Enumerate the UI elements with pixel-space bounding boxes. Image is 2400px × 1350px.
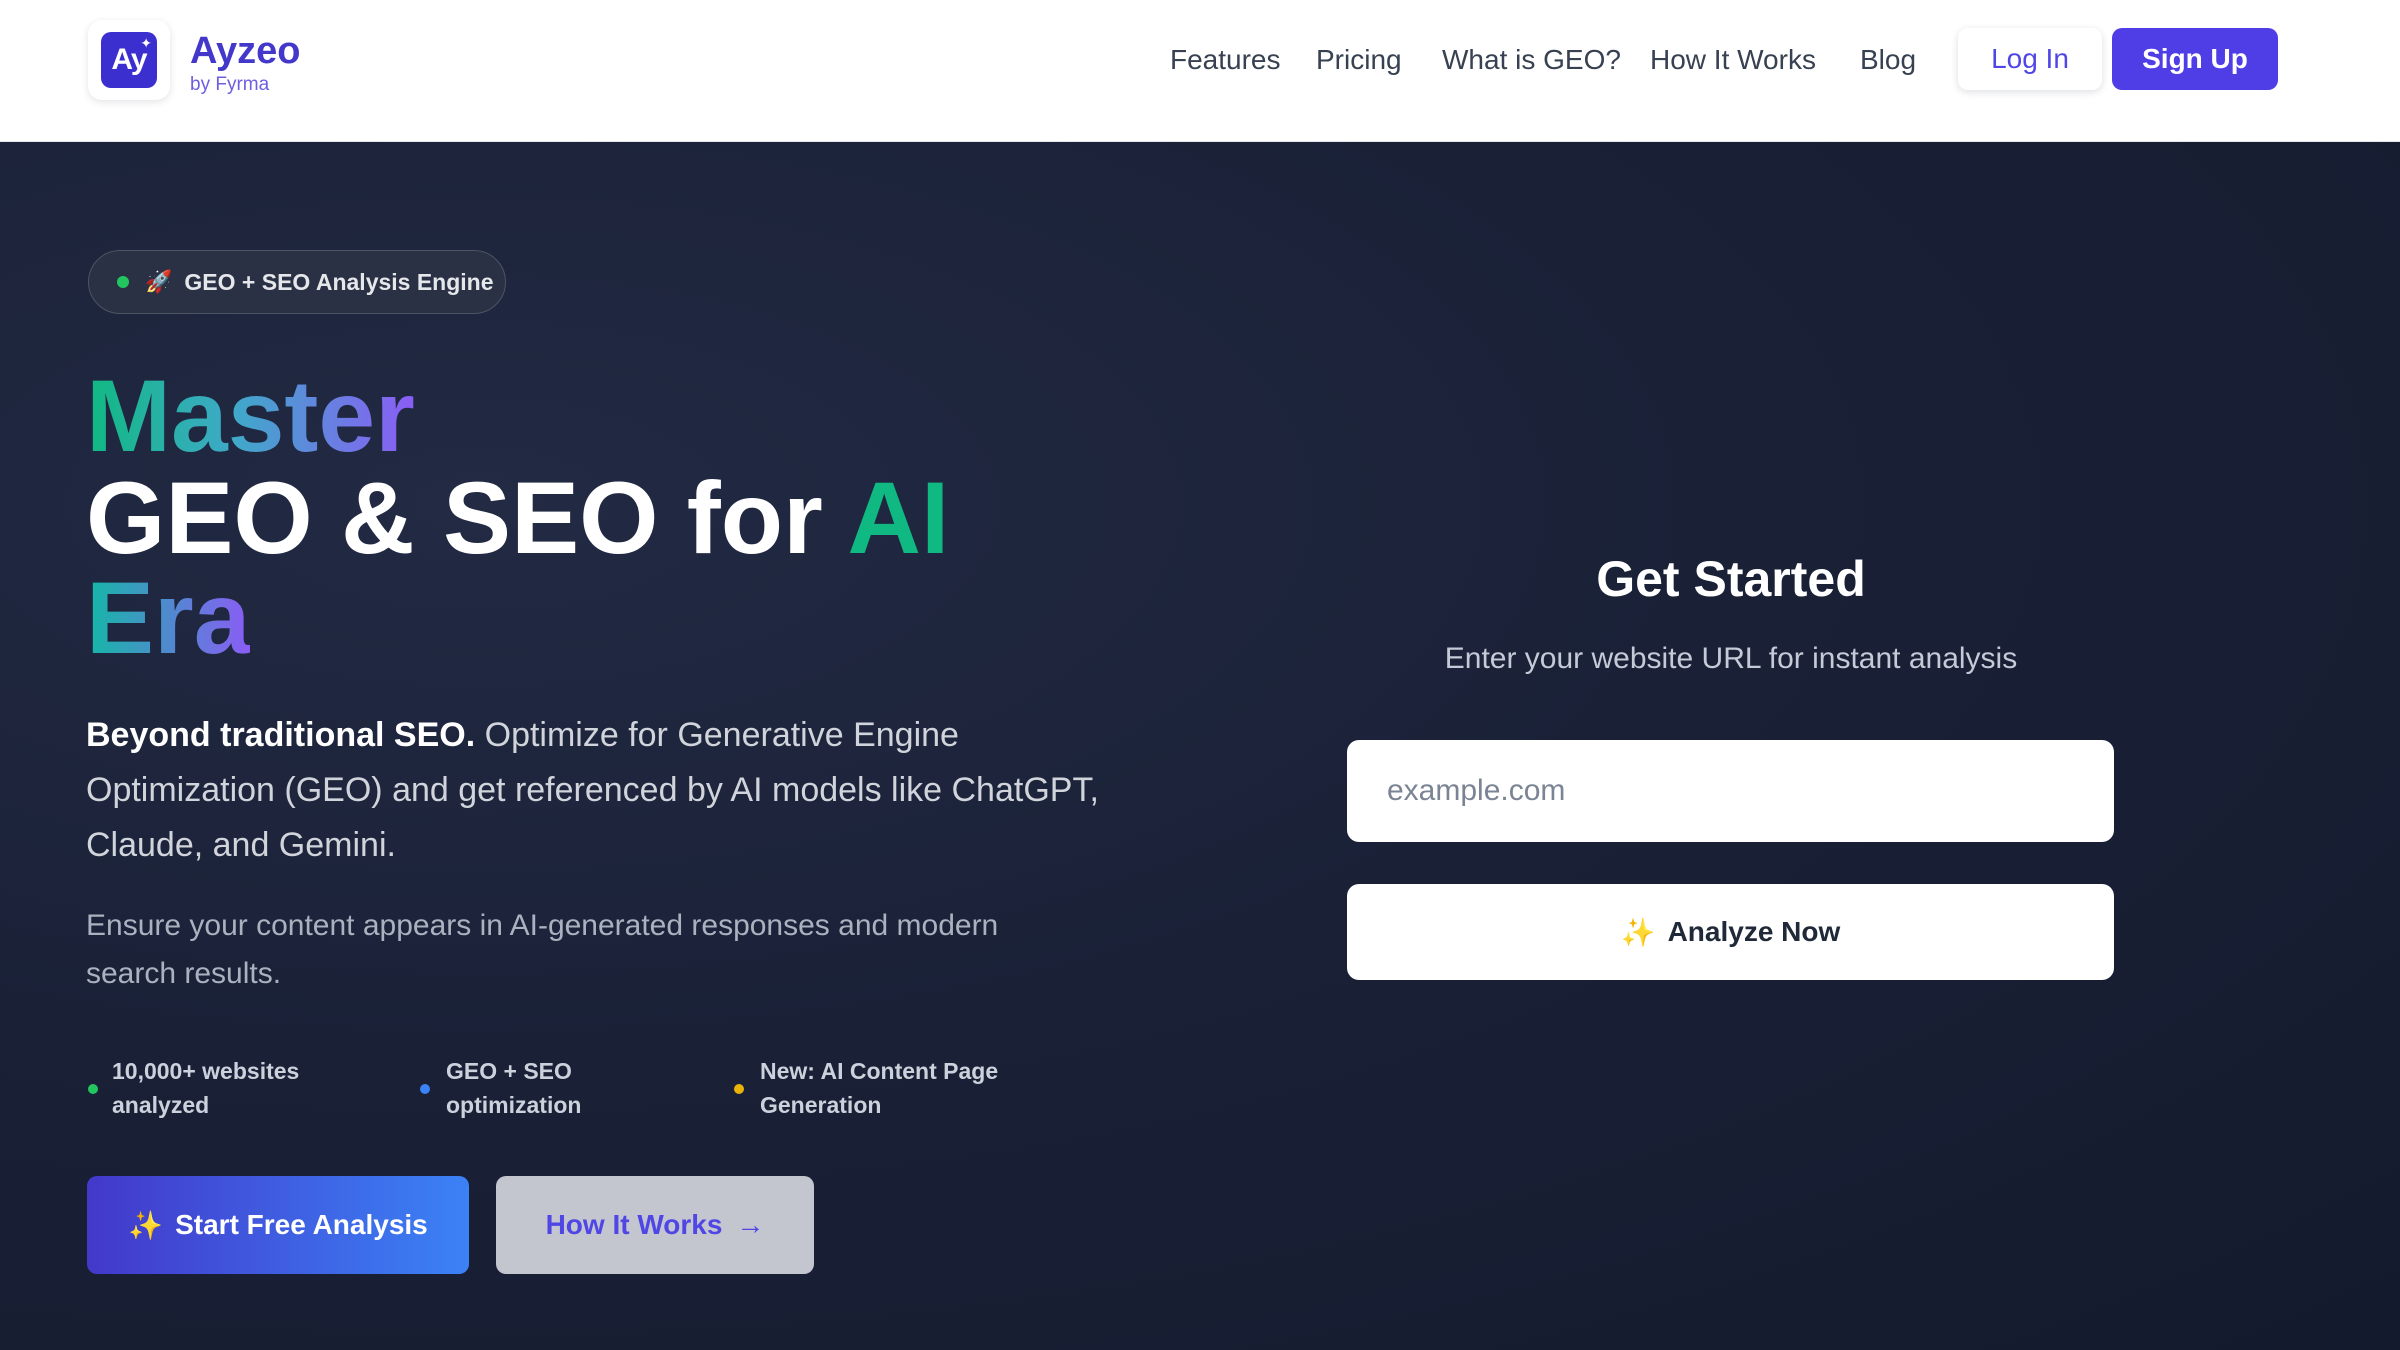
nav-link-how-it-works[interactable]: How It Works — [1650, 44, 1816, 76]
arrow-right-icon: → — [736, 1209, 765, 1240]
sparkle-icon: ✨ — [1620, 916, 1656, 948]
feature-item: GEO + SEO optimization — [446, 1058, 582, 1118]
headline-line-3: Era — [86, 567, 250, 669]
hero-description: Beyond traditional SEO. Optimize for Gen… — [86, 708, 1116, 873]
get-started-title: Get Started — [1596, 551, 1866, 607]
feature-dot-green — [88, 1084, 98, 1094]
sparkle-icon: ✦ — [140, 35, 152, 51]
description-bold: Beyond traditional SEO. — [86, 716, 476, 754]
signup-button[interactable]: Sign Up — [2112, 28, 2278, 90]
top-navbar: Ay ✦ Ayzeo by Fyrma Features Pricing Wha… — [0, 0, 2400, 142]
rocket-icon: 🚀 — [145, 269, 173, 294]
how-it-works-button[interactable]: How It Works → — [496, 1176, 814, 1274]
start-free-analysis-button[interactable]: ✨ Start Free Analysis — [87, 1176, 469, 1274]
sparkle-icon: ✨ — [128, 1209, 164, 1241]
feature-dot-amber — [734, 1084, 744, 1094]
nav-link-blog[interactable]: Blog — [1860, 44, 1916, 76]
logo[interactable]: Ay ✦ — [88, 20, 170, 100]
website-url-input[interactable] — [1347, 740, 2114, 842]
get-started-subtitle: Enter your website URL for instant analy… — [1444, 642, 2018, 675]
nav-link-pricing[interactable]: Pricing — [1316, 44, 1402, 76]
feature-item: 10,000+ websites analyzed — [112, 1058, 300, 1118]
analyze-now-button[interactable]: ✨ Analyze Now — [1347, 884, 2114, 980]
nav-link-features[interactable]: Features — [1170, 44, 1281, 76]
feature-item: New: AI Content Page Generation — [760, 1058, 999, 1118]
headline-ai: AI — [847, 461, 950, 575]
hero-subdescription: Ensure your content appears in AI-genera… — [86, 909, 999, 990]
headline-master: Master — [86, 359, 415, 473]
login-button[interactable]: Log In — [1958, 28, 2102, 90]
brand-name[interactable]: Ayzeo — [190, 30, 301, 73]
headline-line-1: Master — [86, 365, 415, 467]
analyze-button-label: Analyze Now — [1667, 916, 1841, 947]
hero-badge: 🚀 GEO + SEO Analysis Engine — [88, 250, 506, 314]
nav-link-what-is-geo[interactable]: What is GEO? — [1442, 44, 1621, 76]
start-button-label: Start Free Analysis — [175, 1209, 428, 1240]
headline-line-2: GEO & SEO for AI — [86, 467, 949, 569]
headline-geo-seo: GEO & SEO for — [86, 461, 848, 575]
hero-section: 🚀 GEO + SEO Analysis Engine Master GEO &… — [0, 142, 2400, 1350]
status-dot — [117, 276, 129, 288]
headline-era: Era — [86, 561, 251, 675]
feature-dot-blue — [420, 1084, 430, 1094]
logo-mark: Ay ✦ — [101, 32, 157, 88]
how-button-label: How It Works — [545, 1209, 723, 1240]
badge-text: GEO + SEO Analysis Engine — [184, 268, 494, 295]
brand-tagline: by Fyrma — [190, 74, 270, 95]
